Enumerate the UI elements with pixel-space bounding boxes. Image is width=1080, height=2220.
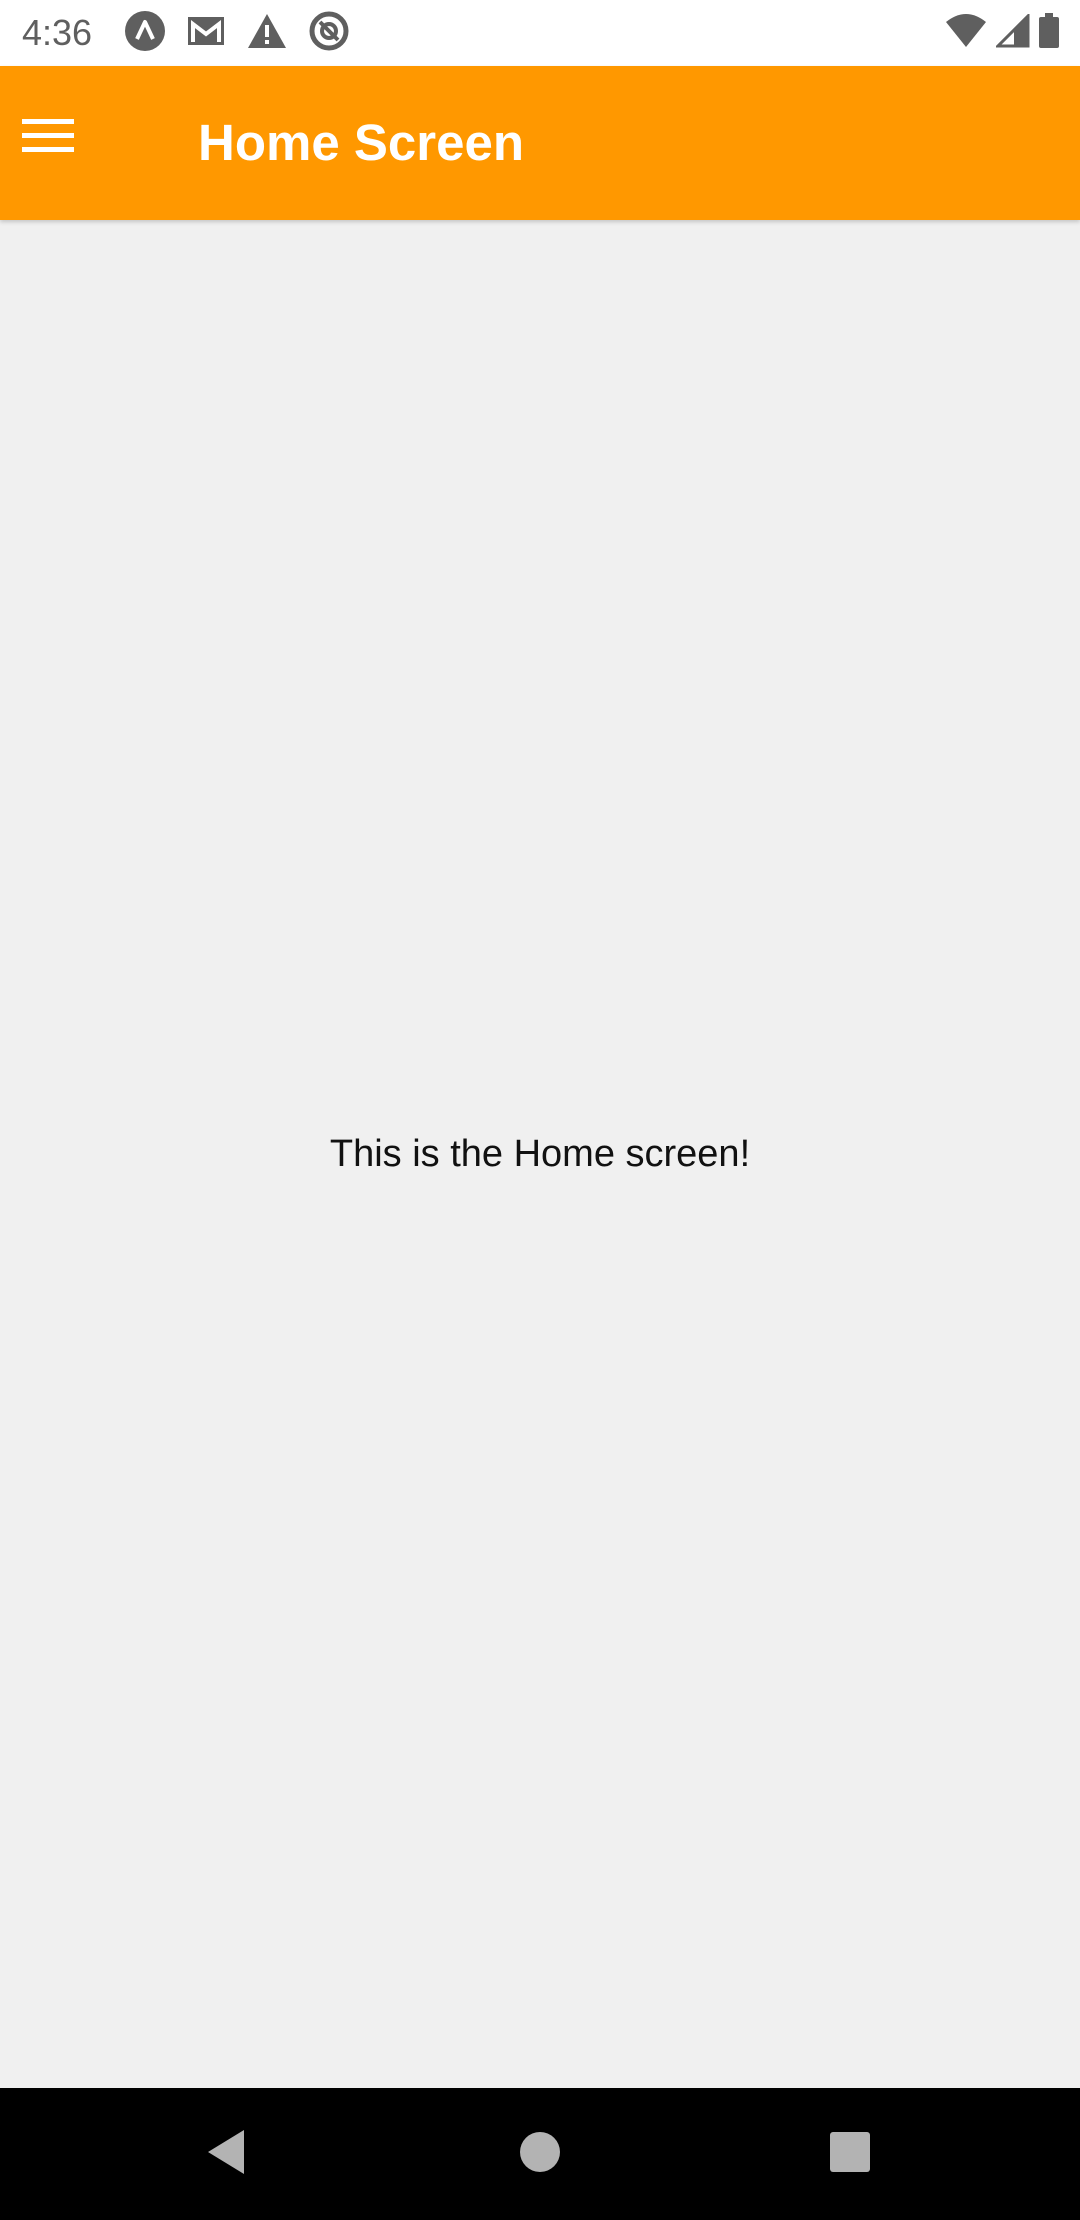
screen: 4:36 Home Screen This is the Home screen…	[0, 0, 1080, 2220]
cellular-signal-icon	[994, 11, 1030, 53]
gmail-icon	[186, 14, 226, 53]
home-message: This is the Home screen!	[329, 1132, 751, 1175]
warning-icon	[246, 12, 288, 55]
home-button[interactable]	[500, 2114, 580, 2194]
system-icons	[944, 11, 1060, 54]
at-sign-icon	[308, 10, 350, 57]
wifi-icon	[944, 13, 988, 53]
hamburger-menu-icon	[22, 117, 74, 160]
recents-button[interactable]	[810, 2114, 890, 2194]
recents-icon	[829, 2131, 871, 2178]
notification-icons	[124, 10, 350, 55]
app-bar: Home Screen	[0, 66, 1080, 220]
back-icon	[204, 2128, 248, 2181]
menu-button[interactable]	[10, 100, 86, 176]
back-button[interactable]	[186, 2114, 266, 2194]
navigation-bar	[0, 2088, 1080, 2220]
page-title: Home Screen	[198, 114, 524, 171]
battery-icon	[1038, 12, 1060, 54]
assistant-icon	[124, 10, 166, 57]
main-content: This is the Home screen!	[0, 220, 1080, 2088]
status-bar: 4:36	[0, 0, 1080, 66]
home-icon	[519, 2131, 561, 2178]
status-time: 4:36	[22, 12, 93, 53]
